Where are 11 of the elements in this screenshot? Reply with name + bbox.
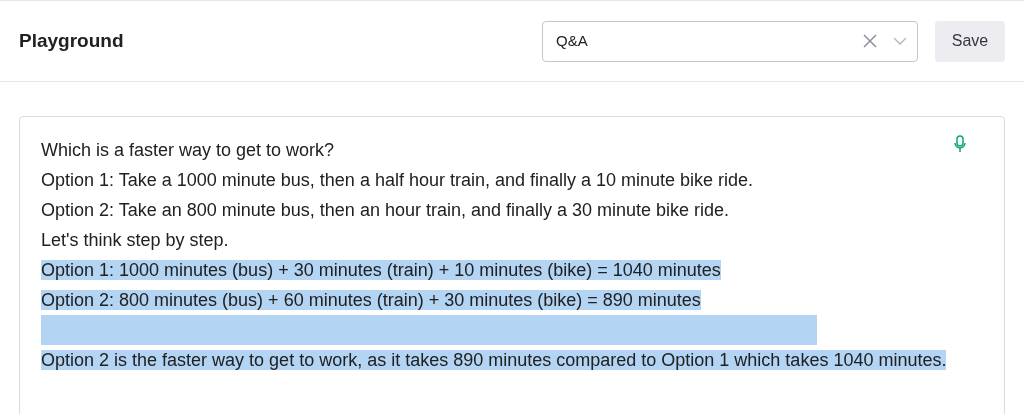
prompt-line: Let's think step by step. bbox=[41, 230, 229, 250]
save-button[interactable]: Save bbox=[935, 20, 1005, 62]
microphone-icon[interactable] bbox=[954, 135, 966, 153]
prompt-line: Option 2: Take an 800 minute bus, then an hour train, and finally a 30 minute bike ride. bbox=[41, 200, 730, 220]
preset-select[interactable]: Q&A bbox=[542, 20, 918, 62]
page-title: Playground bbox=[19, 28, 125, 53]
select-value: Q&A bbox=[556, 30, 589, 51]
prompt-line: Which is a faster way to get to work? bbox=[41, 140, 335, 160]
prompt-line: Option 1: Take a 1000 minute bus, then a half hour train, and finally a 10 minute bike ride. bbox=[41, 170, 754, 190]
clear-icon[interactable] bbox=[863, 34, 877, 48]
chevron-down-icon[interactable] bbox=[893, 37, 907, 45]
